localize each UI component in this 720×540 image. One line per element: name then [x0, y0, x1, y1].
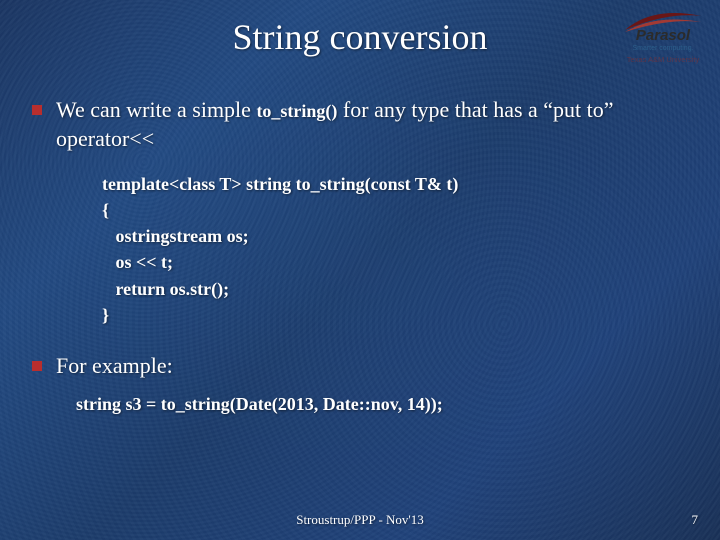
bullet-marker-icon: [32, 105, 42, 115]
slide: String conversion Parasol Smarter comput…: [0, 0, 720, 540]
footer-text: Stroustrup/PPP - Nov'13: [0, 512, 720, 528]
code-block-1: template<class T> string to_string(const…: [102, 171, 688, 328]
bullet-1-code: to_string(): [256, 101, 337, 121]
content-area: We can write a simple to_string() for an…: [32, 96, 688, 415]
bullet-2-pre: For example:: [56, 353, 173, 378]
bullet-2-text: For example:: [56, 352, 173, 381]
code-block-2: string s3 = to_string(Date(2013, Date::n…: [76, 394, 688, 415]
bullet-marker-icon: [32, 361, 42, 371]
logo-subline: Texas A&M University: [618, 55, 708, 64]
bullet-2: For example:: [32, 352, 688, 381]
page-number: 7: [692, 512, 699, 528]
bullet-1-text: We can write a simple to_string() for an…: [56, 96, 688, 153]
logo-tagline: Smarter computing.: [618, 45, 708, 52]
logo: Parasol Smarter computing. Texas A&M Uni…: [618, 10, 708, 64]
bullet-1: We can write a simple to_string() for an…: [32, 96, 688, 153]
slide-title: String conversion: [0, 16, 720, 58]
bullet-1-pre: We can write a simple: [56, 97, 256, 122]
